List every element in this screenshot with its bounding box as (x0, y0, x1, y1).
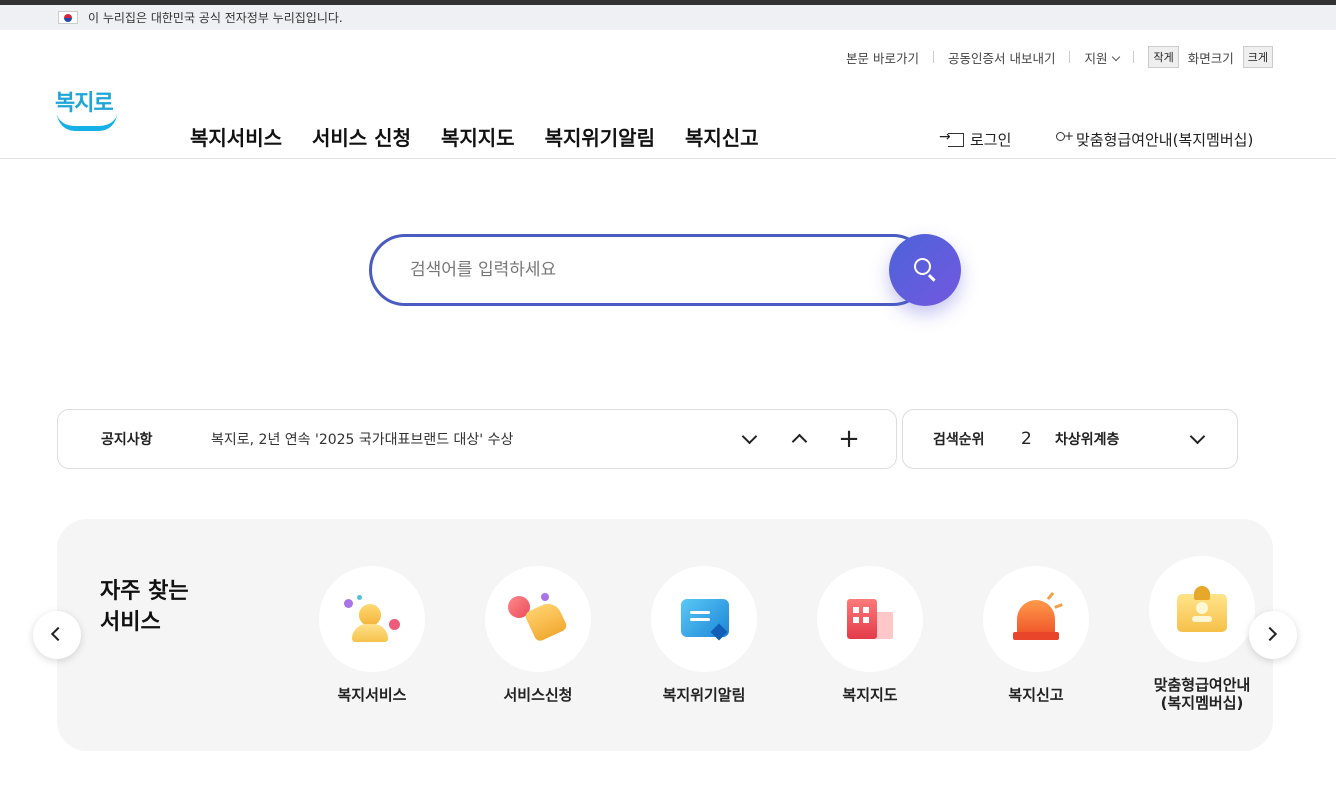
membership-badge-icon (1149, 556, 1255, 662)
notice-label: 공지사항 (101, 432, 153, 448)
ranking-label: 검색순위 (933, 432, 985, 448)
nav-service-apply[interactable]: 서비스 신청 (312, 122, 411, 151)
service-item-label: 복지위기알림 (662, 686, 746, 704)
site-header: 본문 바로가기 공동인증서 내보내기 지원 작게 화면크기 크게 복지로 복지서… (0, 30, 1336, 159)
support-label: 지원 (1084, 50, 1108, 66)
notice-bar: 공지사항 복지로, 2년 연속 '2025 국가대표브랜드 대상' 수상 + (57, 409, 897, 469)
welfare-service-icon (319, 566, 425, 672)
skip-to-content-link[interactable]: 본문 바로가기 (846, 48, 919, 67)
service-item-label: 서비스신청 (503, 686, 573, 704)
search-icon (914, 258, 931, 275)
ranking-number: 2 (1021, 429, 1032, 449)
service-item-label: 복지신고 (1008, 686, 1064, 704)
login-link[interactable]: 로그인 (939, 129, 1012, 150)
carousel-prev-button[interactable] (33, 611, 81, 659)
service-item-label: 맞춤형급여안내 (복지멤버십) (1153, 676, 1251, 712)
search-button[interactable] (889, 234, 961, 306)
service-item-welfare[interactable]: 복지서비스 (302, 566, 442, 704)
service-item-crisis[interactable]: 복지위기알림 (634, 566, 774, 704)
notice-more-button[interactable]: + (824, 419, 874, 459)
zoom-in-button[interactable]: 크게 (1242, 46, 1273, 68)
service-apply-icon (485, 566, 591, 672)
chevron-up-icon (791, 433, 807, 450)
notice-prev-button[interactable] (774, 419, 824, 459)
frequent-services-title: 자주 찾는 서비스 (100, 576, 189, 638)
user-add-icon (1053, 129, 1074, 148)
welfare-map-icon (817, 566, 923, 672)
gov-banner-text: 이 누리집은 대한민국 공식 전자정부 누리집입니다. (88, 11, 343, 25)
title-line-1: 자주 찾는 (100, 579, 189, 604)
utility-links: 본문 바로가기 공동인증서 내보내기 지원 작게 화면크기 크게 (846, 46, 1273, 68)
membership-link[interactable]: 맞춤형급여안내(복지멤버십) (1053, 129, 1253, 150)
cert-export-link[interactable]: 공동인증서 내보내기 (948, 48, 1055, 67)
divider (1069, 51, 1071, 63)
crisis-alert-icon (651, 566, 757, 672)
search-input[interactable] (369, 234, 929, 306)
nav-welfare-service[interactable]: 복지서비스 (190, 122, 282, 151)
logo-smile-icon (57, 113, 117, 131)
membership-label: 맞춤형급여안내(복지멤버십) (1076, 131, 1254, 149)
chevron-right-icon (1262, 626, 1278, 642)
service-item-apply[interactable]: 서비스신청 (468, 566, 608, 704)
login-label: 로그인 (970, 131, 1012, 149)
siren-icon (983, 566, 1089, 672)
chevron-down-icon (1189, 428, 1205, 445)
frequent-services: 자주 찾는 서비스 복지서비스 서비스신청 복지위기알림 복지지도 복지신고 맞… (57, 519, 1273, 751)
zoom-out-button[interactable]: 작게 (1148, 46, 1179, 68)
carousel-next-button[interactable] (1249, 611, 1297, 659)
main-nav: 복지서비스 서비스 신청 복지지도 복지위기알림 복지신고 (190, 122, 759, 151)
login-icon (939, 129, 964, 147)
zoom-label: 화면크기 (1187, 50, 1234, 66)
support-menu[interactable]: 지원 (1084, 48, 1121, 67)
notice-text[interactable]: 복지로, 2년 연속 '2025 국가대표브랜드 대상' 수상 (211, 429, 724, 449)
ranking-expand-button[interactable] (1172, 419, 1222, 459)
logo[interactable]: 복지로 (55, 85, 119, 133)
service-item-label: 복지서비스 (337, 686, 407, 704)
korea-flag-icon (58, 11, 78, 24)
gov-banner: 이 누리집은 대한민국 공식 전자정부 누리집입니다. (0, 5, 1336, 30)
nav-crisis-alert[interactable]: 복지위기알림 (545, 122, 655, 151)
service-item-map[interactable]: 복지지도 (800, 566, 940, 704)
ranking-keyword[interactable]: 차상위계층 (1055, 429, 1172, 449)
chevron-down-icon (1112, 52, 1121, 61)
chevron-down-icon (741, 428, 757, 445)
chevron-left-icon (50, 626, 66, 642)
divider (1133, 51, 1135, 63)
search-bar (369, 234, 961, 306)
nav-welfare-report[interactable]: 복지신고 (685, 122, 759, 151)
divider (932, 51, 934, 63)
search-ranking: 검색순위 2 차상위계층 (902, 409, 1238, 469)
service-item-report[interactable]: 복지신고 (966, 566, 1106, 704)
service-item-label: 복지지도 (842, 686, 898, 704)
title-line-2: 서비스 (100, 610, 161, 635)
notice-next-button[interactable] (724, 419, 774, 459)
nav-welfare-map[interactable]: 복지지도 (441, 122, 515, 151)
